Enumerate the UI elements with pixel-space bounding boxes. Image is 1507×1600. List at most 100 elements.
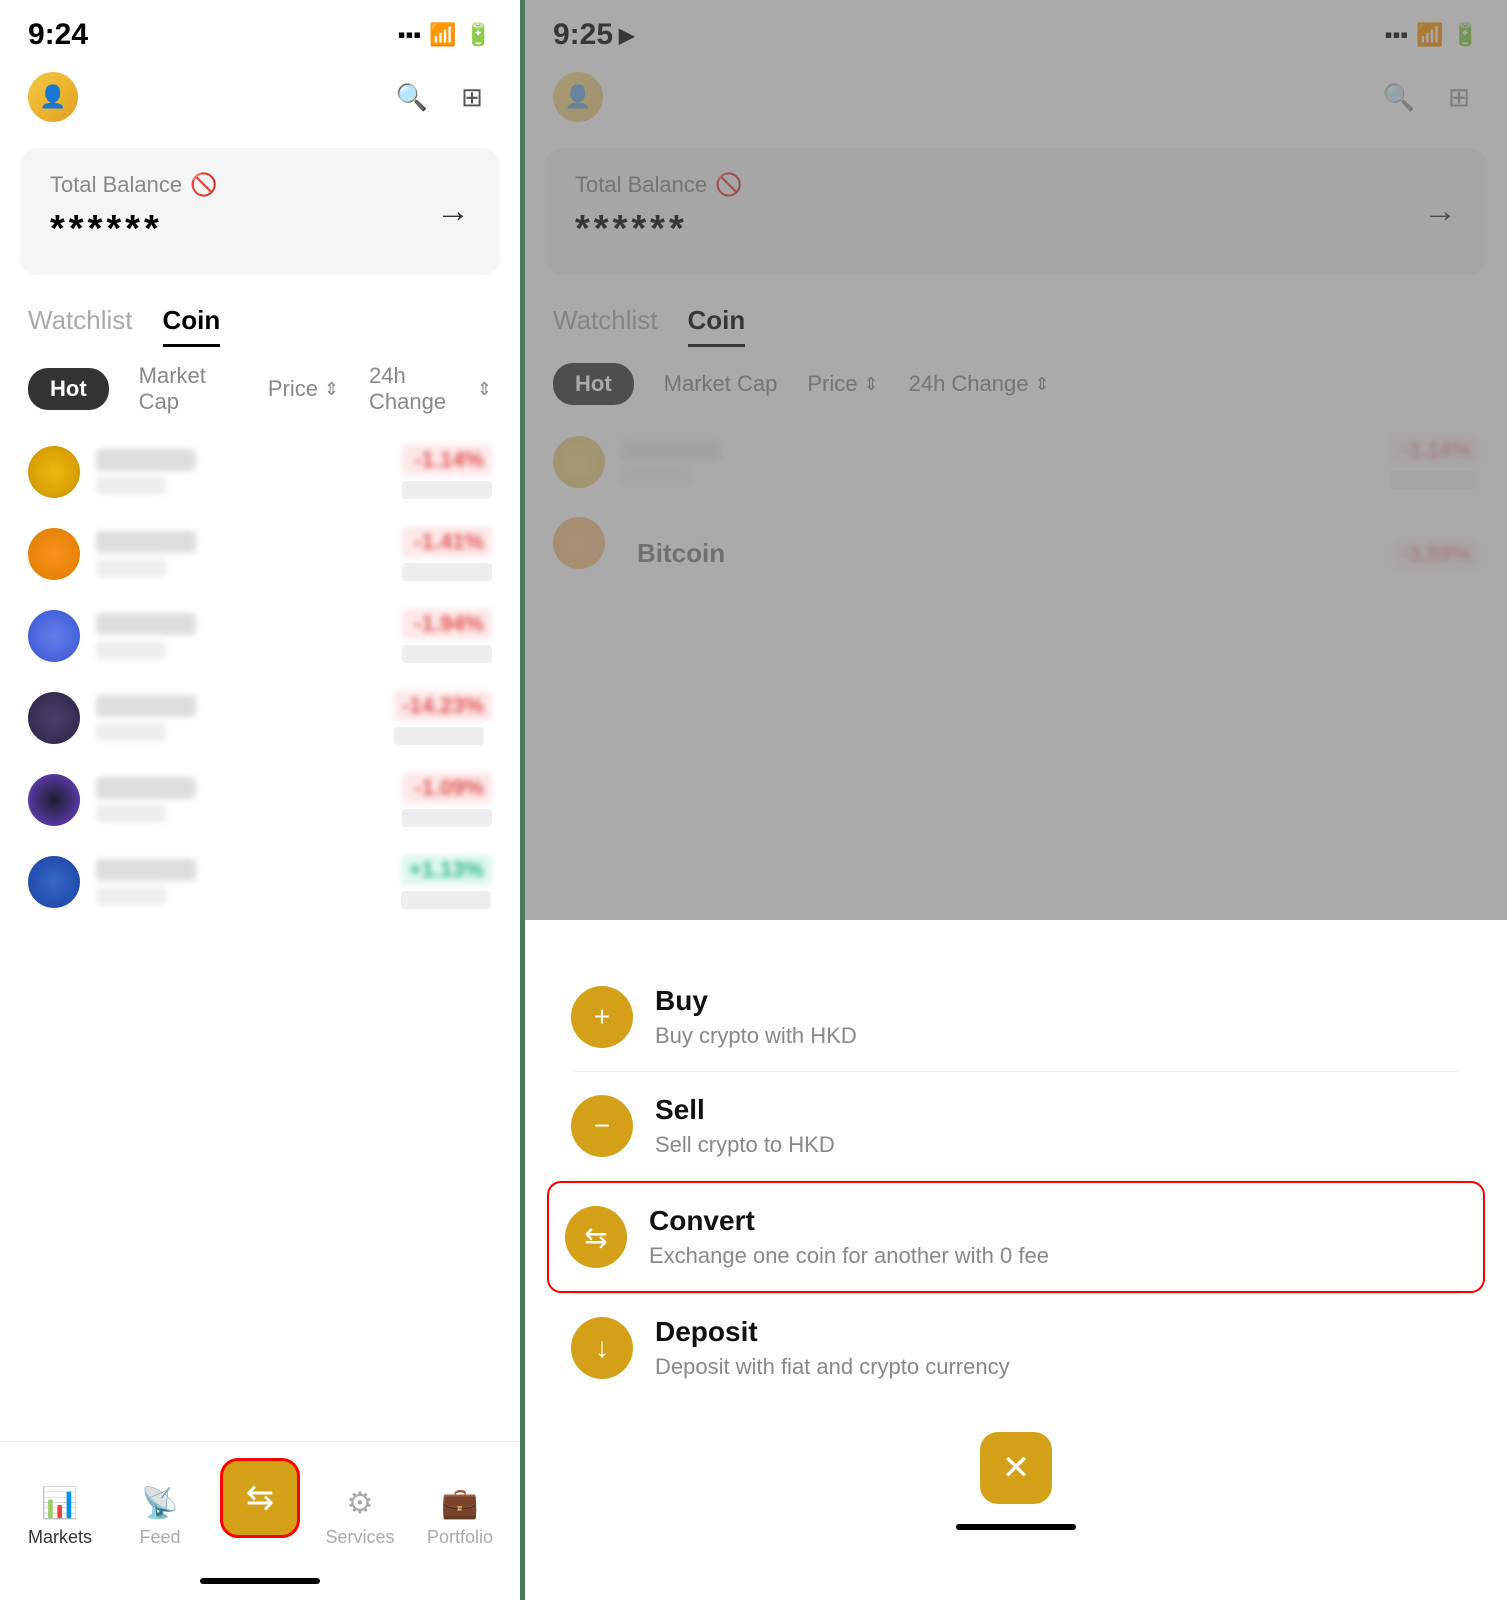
balance-card-left: Total Balance 🚫 ****** → [20, 148, 500, 275]
coin-sub [96, 723, 166, 741]
expand-button[interactable]: ⊞ [452, 77, 492, 117]
sheet-item-deposit[interactable]: ↓ Deposit Deposit with fiat and crypto c… [555, 1294, 1477, 1402]
deposit-title: Deposit [655, 1316, 1461, 1348]
time-left: 9:24 [28, 18, 88, 52]
coin-sub [96, 641, 166, 659]
buy-subtitle: Buy crypto with HKD [655, 1023, 1461, 1049]
coin-list-left: -1.14% -1.41% -1.94% [0, 431, 520, 1441]
list-item[interactable]: +1.13% [10, 841, 510, 923]
convert-subtitle: Exchange one coin for another with 0 fee [649, 1243, 1467, 1269]
coin-change: -1.14% [402, 445, 492, 499]
buy-title: Buy [655, 985, 1461, 1017]
close-sheet-button[interactable]: ✕ [980, 1432, 1052, 1504]
convert-icon: ⇆ [565, 1206, 627, 1268]
balance-label-left: Total Balance 🚫 [50, 172, 218, 198]
status-icons-left: ▪▪▪ 📶 🔋 [398, 22, 492, 48]
sell-icon: − [571, 1095, 633, 1157]
coin-name [96, 449, 196, 471]
coin-icon-bnb [28, 446, 80, 498]
change-val [402, 645, 492, 663]
list-item[interactable]: -14.23% [10, 677, 510, 759]
change-pct: +1.13% [401, 855, 492, 885]
sheet-item-text-buy: Buy Buy crypto with HKD [655, 985, 1461, 1049]
change-sort-icon: ⇕ [477, 379, 492, 400]
change-val [402, 481, 492, 499]
coin-name [96, 695, 196, 717]
coin-sub [96, 559, 166, 577]
list-item[interactable]: -1.09% [10, 759, 510, 841]
markets-icon: 📊 [41, 1486, 78, 1521]
coin-sub [96, 477, 166, 495]
left-panel: 9:24 ▪▪▪ 📶 🔋 👤 🔍 ⊞ Total Balance 🚫 *****… [0, 0, 520, 1600]
coin-icon-eth [28, 610, 80, 662]
change-val [402, 809, 492, 827]
convert-button[interactable]: ⇆ [220, 1458, 300, 1538]
nav-portfolio[interactable]: 💼 Portfolio [420, 1486, 500, 1548]
bottom-nav-left: 📊 Markets 📡 Feed ⇆ ⚙ Services 💼 Portfoli… [0, 1441, 520, 1578]
deposit-subtitle: Deposit with fiat and crypto currency [655, 1354, 1461, 1380]
sheet-item-convert[interactable]: ⇆ Convert Exchange one coin for another … [547, 1181, 1485, 1293]
bottom-sheet: + Buy Buy crypto with HKD − Sell Sell cr… [525, 933, 1507, 1600]
list-item[interactable]: -1.14% [10, 431, 510, 513]
sheet-item-sell[interactable]: − Sell Sell crypto to HKD [555, 1072, 1477, 1180]
filter-marketcap-left[interactable]: Market Cap [139, 363, 238, 415]
sheet-item-buy[interactable]: + Buy Buy crypto with HKD [555, 963, 1477, 1071]
price-sort-icon: ⇕ [324, 379, 339, 400]
change-pct: -1.94% [402, 609, 492, 639]
sell-title: Sell [655, 1094, 1461, 1126]
coin-change: -1.94% [402, 609, 492, 663]
coin-info [96, 777, 386, 823]
coin-icon-ada [28, 856, 80, 908]
change-val [401, 891, 491, 909]
coin-name [96, 859, 196, 881]
coin-info [96, 859, 385, 905]
filter-row-left: Hot Market Cap Price ⇕ 24h Change ⇕ [0, 347, 520, 431]
coin-info [96, 531, 386, 577]
coin-icon-sol [28, 774, 80, 826]
hide-balance-icon[interactable]: 🚫 [190, 172, 217, 198]
coin-sub [96, 805, 166, 823]
battery-icon: 🔋 [465, 22, 492, 48]
wifi-icon: 📶 [429, 22, 456, 48]
tab-watchlist-left[interactable]: Watchlist [28, 305, 133, 347]
list-item[interactable]: -1.94% [10, 595, 510, 677]
balance-value-left: ****** [50, 208, 218, 251]
coin-name [96, 531, 196, 553]
change-pct: -1.14% [402, 445, 492, 475]
right-panel-bg: 9:25 ▶ ▪▪▪ 📶 🔋 👤 🔍 ⊞ [525, 0, 1507, 1600]
deposit-icon: ↓ [571, 1317, 633, 1379]
coin-change: -14.23% [394, 691, 492, 745]
sell-subtitle: Sell crypto to HKD [655, 1132, 1461, 1158]
change-pct: -1.41% [402, 527, 492, 557]
filter-hot-left[interactable]: Hot [28, 368, 109, 410]
coin-info [96, 449, 386, 495]
search-button[interactable]: 🔍 [392, 77, 432, 117]
coin-name [96, 777, 196, 799]
tab-coin-left[interactable]: Coin [163, 305, 221, 347]
coin-sub [96, 887, 166, 905]
list-item[interactable]: -1.41% [10, 513, 510, 595]
avatar[interactable]: 👤 [28, 72, 78, 122]
sheet-item-text-deposit: Deposit Deposit with fiat and crypto cur… [655, 1316, 1461, 1380]
top-bar-left: 👤 🔍 ⊞ [0, 62, 520, 138]
change-pct: -1.09% [402, 773, 492, 803]
convert-title: Convert [649, 1205, 1467, 1237]
change-val [394, 727, 484, 745]
filter-change-left[interactable]: 24h Change ⇕ [369, 363, 492, 415]
balance-arrow-left[interactable]: → [436, 192, 470, 231]
overlay-bg [525, 0, 1507, 920]
coin-icon-btc [28, 528, 80, 580]
feed-icon: 📡 [141, 1486, 178, 1521]
nav-feed[interactable]: 📡 Feed [120, 1486, 200, 1548]
nav-markets[interactable]: 📊 Markets [20, 1486, 100, 1548]
signal-icon: ▪▪▪ [398, 22, 421, 48]
sheet-item-text-convert: Convert Exchange one coin for another wi… [649, 1205, 1467, 1269]
sheet-item-text-sell: Sell Sell crypto to HKD [655, 1094, 1461, 1158]
nav-services[interactable]: ⚙ Services [320, 1486, 400, 1548]
coin-icon-prv [28, 692, 80, 744]
top-bar-actions: 🔍 ⊞ [392, 77, 492, 117]
change-val [402, 563, 492, 581]
coin-name [96, 613, 196, 635]
filter-price-left[interactable]: Price ⇕ [268, 376, 339, 402]
coin-change: -1.09% [402, 773, 492, 827]
